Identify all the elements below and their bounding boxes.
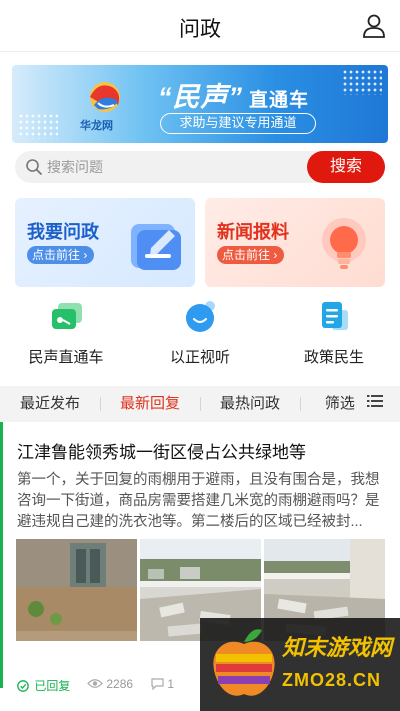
article-title[interactable]: 江津鲁能领秀城一街区侵占公共绿地等 xyxy=(17,438,306,463)
chevron-right-icon: › xyxy=(273,248,278,262)
comment-icon xyxy=(151,678,164,691)
accent-bar xyxy=(0,422,3,688)
go-label: 点击前往 xyxy=(222,248,271,262)
page-title: 问政 xyxy=(179,18,221,41)
card-ask-government[interactable]: 我要问政 点击前往 › xyxy=(15,198,195,287)
eye-icon xyxy=(87,679,103,688)
tab-recent[interactable]: 最近发布 xyxy=(0,386,100,422)
go-button[interactable]: 点击前往 › xyxy=(27,246,94,264)
headline-tail: 直通车 xyxy=(249,90,310,111)
watermark-name: 知末游戏网 xyxy=(282,635,393,660)
tab-hottest[interactable]: 最热问政 xyxy=(200,386,300,422)
filter-tabs: 最近发布 最新回复 最热问政 筛选 xyxy=(0,386,400,422)
search-input[interactable] xyxy=(47,156,287,178)
views-count: 2286 xyxy=(87,677,133,691)
search-button[interactable]: 搜索 xyxy=(307,151,385,183)
apple-logo-icon xyxy=(213,629,275,696)
replied-check-icon xyxy=(17,680,29,692)
tab-filter[interactable]: 筛选 xyxy=(314,386,394,422)
watermark: 知末游戏网 ZMO28.CN xyxy=(200,618,400,711)
views-value: 2286 xyxy=(106,677,134,691)
replied-status: 已回复 xyxy=(17,677,70,694)
edit-icon xyxy=(123,214,185,276)
watermark-url: ZMO28.CN xyxy=(282,670,382,690)
article-body: 第一个，关于回复的雨棚用于避雨，且没有围合是，我想咨询一下街道，商品房需要搭建几… xyxy=(17,472,380,530)
search-bar: 搜索 xyxy=(15,151,385,183)
go-label: 点击前往 xyxy=(32,248,81,262)
banner-subtitle: 求助与建议专用通道 xyxy=(160,113,316,134)
replied-label: 已回复 xyxy=(34,679,71,693)
shortcut-policy[interactable]: 政策民生 xyxy=(274,300,394,370)
promo-banner[interactable]: 华龙网 “民声” 直通车 求助与建议专用通道 xyxy=(12,65,388,143)
decor-dots xyxy=(18,113,58,139)
top-bar: 问政 xyxy=(0,0,400,52)
document-icon xyxy=(318,300,352,334)
shortcut-label: 民声直通车 xyxy=(28,349,104,366)
headline-quoted: “民声” xyxy=(158,82,243,112)
card-title: 我要问政 xyxy=(27,222,99,242)
bulb-icon xyxy=(313,214,375,276)
comments-value: 1 xyxy=(167,677,175,691)
chat-icon xyxy=(50,300,84,334)
tab-latest-reply[interactable]: 最新回复 xyxy=(100,386,200,422)
filter-label: 筛选 xyxy=(324,395,355,412)
comments-count[interactable]: 1 xyxy=(151,677,174,691)
article-photo[interactable] xyxy=(16,539,137,641)
logo-text: 华龙网 xyxy=(80,120,113,132)
shortcut-label: 政策民生 xyxy=(303,349,364,366)
decor-dots xyxy=(342,69,382,95)
shortcut-public-voice[interactable]: 民声直通车 xyxy=(6,300,126,370)
smile-bubble-icon xyxy=(184,300,218,334)
card-title: 新闻报料 xyxy=(217,222,289,242)
search-icon xyxy=(25,158,43,176)
list-icon xyxy=(367,386,384,422)
shortcut-label: 以正视听 xyxy=(169,349,230,366)
tab-divider xyxy=(300,397,301,411)
banner-headline: “民声” 直通车 xyxy=(158,75,309,114)
shortcut-clarify[interactable]: 以正视听 xyxy=(140,300,260,370)
user-icon[interactable] xyxy=(362,13,386,39)
card-news-tip[interactable]: 新闻报料 点击前往 › xyxy=(205,198,385,287)
go-button[interactable]: 点击前往 › xyxy=(217,246,284,264)
chevron-right-icon: › xyxy=(83,248,88,262)
